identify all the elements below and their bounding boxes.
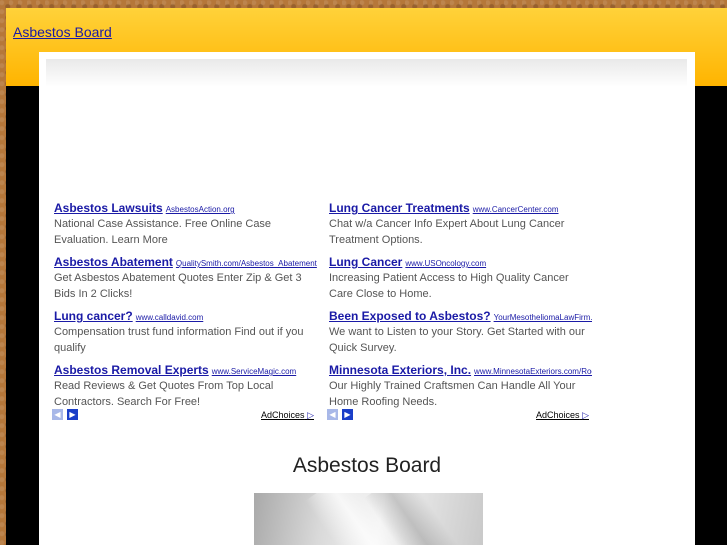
ad-column-left: Asbestos Lawsuits AsbestosAction.org Nati…: [54, 200, 324, 416]
ad-item: Been Exposed to Asbestos? YourMesotheliom…: [329, 308, 592, 356]
ad-description: Increasing Patient Access to High Qualit…: [329, 272, 569, 300]
ad-url-link[interactable]: www.MinnesotaExteriors.com/Roofing: [474, 367, 592, 376]
ad-description: Get Asbestos Abatement Quotes Enter Zip …: [54, 272, 302, 300]
ad-url-link[interactable]: www.calldavid.com: [136, 313, 204, 322]
ad-url-link[interactable]: AsbestosAction.org: [166, 205, 235, 214]
ad-prev-button[interactable]: ◀: [327, 409, 338, 420]
ad-url-link[interactable]: www.USOncology.com: [405, 259, 486, 268]
page-title: Asbestos Board: [292, 454, 442, 477]
ad-item: Minnesota Exteriors, Inc. www.MinnesotaEx…: [329, 362, 592, 410]
ad-next-button[interactable]: ▶: [342, 409, 353, 420]
adchoices-label: AdChoices: [536, 410, 580, 420]
adchoices-icon: ▷: [307, 410, 314, 420]
ad-item: Asbestos Abatement QualitySmith.com/Asbes…: [54, 254, 324, 302]
ad-title-link[interactable]: Asbestos Abatement: [54, 255, 173, 269]
ad-description: National Case Assistance. Free Online Ca…: [54, 218, 272, 246]
ad-description: Our Highly Trained Craftsmen Can Handle …: [329, 380, 576, 408]
ad-description: Read Reviews & Get Quotes From Top Local…: [54, 380, 274, 408]
ad-title-link[interactable]: Asbestos Removal Experts: [54, 363, 209, 377]
ad-description: Chat w/a Cancer Info Expert About Lung C…: [329, 218, 565, 246]
ad-description: Compensation trust fund information Find…: [54, 326, 304, 354]
ad-title-link[interactable]: Lung Cancer Treatments: [329, 201, 470, 215]
ad-title-link[interactable]: Lung Cancer: [329, 255, 402, 269]
ad-url-link[interactable]: www.ServiceMagic.com: [212, 367, 296, 376]
adchoices-link[interactable]: AdChoices ▷: [261, 409, 314, 421]
banner-strip: [46, 59, 687, 87]
ad-item: Lung Cancer Treatments www.CancerCenter.c…: [329, 200, 592, 248]
adchoices-icon: ▷: [582, 410, 589, 420]
ad-column-right: Lung Cancer Treatments www.CancerCenter.c…: [329, 200, 592, 416]
ad-next-button[interactable]: ▶: [67, 409, 78, 420]
ad-description: We want to Listen to your Story. Get Sta…: [329, 326, 585, 354]
ad-title-link[interactable]: Been Exposed to Asbestos?: [329, 309, 491, 323]
asbestos-sheets-image: [254, 493, 483, 545]
ad-footer-right: ◀ ▶ AdChoices ▷: [327, 409, 589, 423]
ad-url-link[interactable]: www.CancerCenter.com: [473, 205, 559, 214]
ad-item: Lung Cancer www.USOncology.com Increasing…: [329, 254, 592, 302]
site-home-link[interactable]: Asbestos Board: [13, 24, 112, 40]
adchoices-label: AdChoices: [261, 410, 305, 420]
ad-footer-left: ◀ ▶ AdChoices ▷: [52, 409, 314, 423]
ad-title-link[interactable]: Asbestos Lawsuits: [54, 201, 163, 215]
ad-item: Lung cancer? www.calldavid.com Compensati…: [54, 308, 324, 356]
ad-url-link[interactable]: YourMesotheliomaLawFirm.com: [494, 313, 592, 322]
ad-item: Asbestos Lawsuits AsbestosAction.org Nati…: [54, 200, 324, 248]
ad-item: Asbestos Removal Experts www.ServiceMagic…: [54, 362, 324, 410]
content-area: Asbestos Lawsuits AsbestosAction.org Nati…: [39, 52, 695, 545]
ad-url-link[interactable]: QualitySmith.com/Asbestos_Abatement: [176, 259, 317, 268]
ad-title-link[interactable]: Lung cancer?: [54, 309, 133, 323]
adchoices-link[interactable]: AdChoices ▷: [536, 409, 589, 421]
ad-title-link[interactable]: Minnesota Exteriors, Inc.: [329, 363, 471, 377]
ad-prev-button[interactable]: ◀: [52, 409, 63, 420]
